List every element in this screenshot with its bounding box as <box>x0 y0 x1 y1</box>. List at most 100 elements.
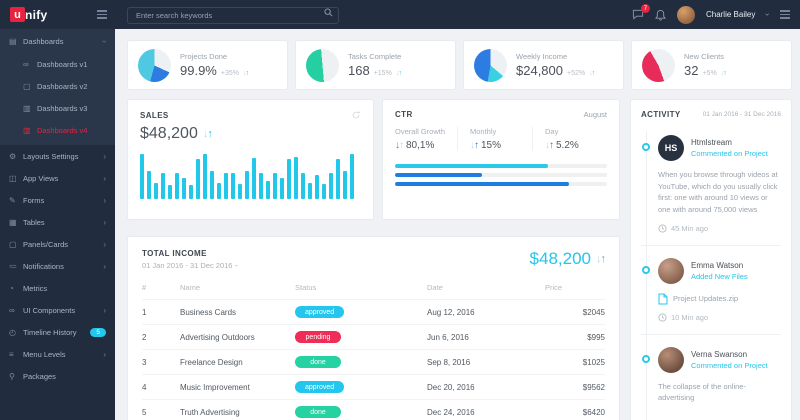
activity-period: 01 Jan 2016 - 31 Dec 2016 <box>702 111 781 118</box>
refresh-icon[interactable] <box>351 110 361 120</box>
activity-item[interactable]: Verna Swanson Commented on Project The col… <box>641 335 781 416</box>
income-trend-arrows-icon: ↓↑ <box>596 253 606 265</box>
chevron-right-icon: › <box>103 195 106 205</box>
sidebar-item-layouts-settings[interactable]: ⚙ Layouts Settings › <box>0 145 115 167</box>
sales-bar <box>315 174 319 199</box>
sidebar-toggle-icon[interactable] <box>97 10 107 19</box>
sales-bar <box>168 184 172 199</box>
cell-num: 2 <box>142 324 180 350</box>
table-row[interactable]: 3 Freelance Design done Sep 8, 2016 $1025 <box>142 349 605 375</box>
sidebar-item-panels-cards[interactable]: ▢ Panels/Cards › <box>0 233 115 255</box>
sales-bar <box>196 159 200 199</box>
sidebar-subitem-dashboards-v3[interactable]: ▥ Dashboards v3 <box>14 97 115 119</box>
stat-value: 32 <box>684 63 699 78</box>
stat-text: Tasks Complete 168 +15% ↓↑ <box>348 52 402 78</box>
sales-bar <box>322 183 326 199</box>
stat-line: 99.9% +35% ↓↑ <box>180 63 249 78</box>
activity-user-name: Htmlstream <box>691 138 732 147</box>
user-menu-chevron-icon[interactable]: › <box>763 13 772 16</box>
sidebar-subitem-dashboards-v2[interactable]: ▢ Dashboards v2 <box>14 75 115 97</box>
activity-file-name: Project Updates.zip <box>673 294 739 303</box>
activity-action-link[interactable]: Commented on Project <box>691 361 768 370</box>
stats-row: Projects Done 99.9% +35% ↓↑ Tasks Complete 16… <box>127 40 792 90</box>
chevron-right-icon: › <box>103 217 106 227</box>
stat-title: New Clients <box>684 52 725 61</box>
file-icon <box>658 293 668 305</box>
sidebar-item-notifications[interactable]: ≔ Notifications › <box>0 255 115 277</box>
cell-status: done <box>295 349 427 375</box>
income-period-text: 01 Jan 2016 - 31 Dec 2016 <box>142 261 233 270</box>
table-row[interactable]: 5 Truth Advertising done Dec 24, 2016 $6420 <box>142 399 605 420</box>
sidebar-subitem-dashboards-v1[interactable]: ∞ Dashboards v1 <box>14 53 115 75</box>
sidebar-item-timeline-history[interactable]: ◴ Timeline History 5 <box>0 321 115 343</box>
income-table-header: # Name Status Date Price <box>142 279 605 300</box>
sidebar-item-packages[interactable]: ⚲ Packages <box>0 365 115 387</box>
sidebar-subitem-dashboards-v4[interactable]: ▥ Dashboards v4 <box>14 119 115 141</box>
sidebar-item-label: Metrics <box>23 283 48 293</box>
cell-status: done <box>295 399 427 420</box>
stat-card: Projects Done 99.9% +35% ↓↑ <box>127 40 288 90</box>
activity-user-name: Emma Watson <box>691 260 744 270</box>
ctr-metric: Overall Growth ↓↑ 80,1% <box>395 127 457 151</box>
sidebar-item-app-views[interactable]: ◫ App Views › <box>0 167 115 189</box>
trend-arrows-icon: ↓↑ <box>470 140 479 151</box>
activity-timeline: HS Htmlstream Commented on Project When you… <box>641 123 781 420</box>
tables-icon: ▦ <box>9 217 17 227</box>
search-icon[interactable] <box>324 8 333 17</box>
table-row[interactable]: 2 Advertising Outdoors pending Jun 6, 2016 $… <box>142 324 605 350</box>
search-input[interactable] <box>127 7 339 24</box>
settings-menu-icon[interactable] <box>780 10 790 19</box>
status-badge: approved <box>295 381 345 393</box>
sidebar-dashboards-group: ▤ Dashboards › ∞ Dashboards v1 ▢ Dashboards… <box>0 29 115 145</box>
income-period-picker[interactable]: 01 Jan 2016 - 31 Dec 2016 › <box>142 261 240 270</box>
activity-names: Emma Watson Added New Files <box>691 261 748 281</box>
sidebar-item-forms[interactable]: ✎ Forms › <box>0 189 115 211</box>
sidebar-item-dashboards[interactable]: ▤ Dashboards › <box>0 29 115 53</box>
activity-action-link[interactable]: Commented on Project <box>691 149 768 158</box>
sidebar-item-label: Forms <box>23 195 45 205</box>
activity-item[interactable]: HS Htmlstream Commented on Project When you… <box>641 123 781 246</box>
sales-title: SALES <box>140 110 169 120</box>
cell-name: Freelance Design <box>180 349 295 375</box>
activity-action-link[interactable]: Added New Files <box>691 272 748 281</box>
sidebar-item-menu-levels[interactable]: ≡ Menu Levels › <box>0 343 115 365</box>
total-income-card: TOTAL INCOME 01 Jan 2016 - 31 Dec 2016 ›… <box>127 236 620 420</box>
progress-track <box>395 164 607 168</box>
activity-file-row[interactable]: Project Updates.zip <box>658 293 781 305</box>
table-row[interactable]: 1 Business Cards approved Aug 12, 2016 $2045 <box>142 299 605 325</box>
stat-line: 168 +15% ↓↑ <box>348 63 402 78</box>
sales-bar <box>294 156 298 199</box>
cell-name: Music Improvement <box>180 374 295 400</box>
table-row[interactable]: 4 Music Improvement approved Dec 20, 2016 $9… <box>142 374 605 400</box>
sidebar-item-metrics[interactable]: ◔ Metrics <box>0 277 115 299</box>
progress-fill <box>395 173 482 177</box>
user-name: Charlie Bailey <box>705 10 756 19</box>
sidebar-item-ui-components[interactable]: ∞ UI Components › <box>0 299 115 321</box>
trend-arrows-icon: ↓↑ <box>242 70 249 77</box>
charts-row: SALES $48,200 ↓↑ CTR August Overall Grow… <box>127 99 620 220</box>
cell-price: $995 <box>545 324 605 350</box>
activity-item[interactable]: Emma Watson Added New Files Project Update… <box>641 246 781 335</box>
chat-icon[interactable]: 7 <box>632 4 650 20</box>
sidebar-item-tables[interactable]: ▦ Tables › <box>0 211 115 233</box>
cell-status: approved <box>295 374 427 400</box>
activity-time-text: 45 Min ago <box>671 223 709 233</box>
cell-num: 3 <box>142 349 180 375</box>
sidebar-header: u nify <box>0 0 115 29</box>
ctr-metric: Day ↓↑ 5.2% <box>532 127 607 151</box>
sales-bar <box>210 170 214 199</box>
sales-bar <box>147 170 151 199</box>
stat-card: Weekly Income $24,800 +52% ↓↑ <box>463 40 624 90</box>
ctr-title: CTR <box>395 110 413 119</box>
cell-date: Dec 24, 2016 <box>427 399 545 420</box>
stat-text: New Clients 32 +5% ↓↑ <box>684 52 727 78</box>
cell-num: 5 <box>142 399 180 420</box>
bell-icon[interactable] <box>654 9 666 21</box>
sidebar-item-label: Timeline History <box>23 327 77 337</box>
ctr-metric-label: Overall Growth <box>395 127 446 136</box>
activity-names: Htmlstream Commented on Project <box>691 138 768 158</box>
user-avatar[interactable] <box>676 5 695 24</box>
stat-pie-chart <box>642 48 675 82</box>
stat-title: Projects Done <box>180 52 228 61</box>
ctr-metric: Monthly ↓↑ 15% <box>457 127 532 151</box>
